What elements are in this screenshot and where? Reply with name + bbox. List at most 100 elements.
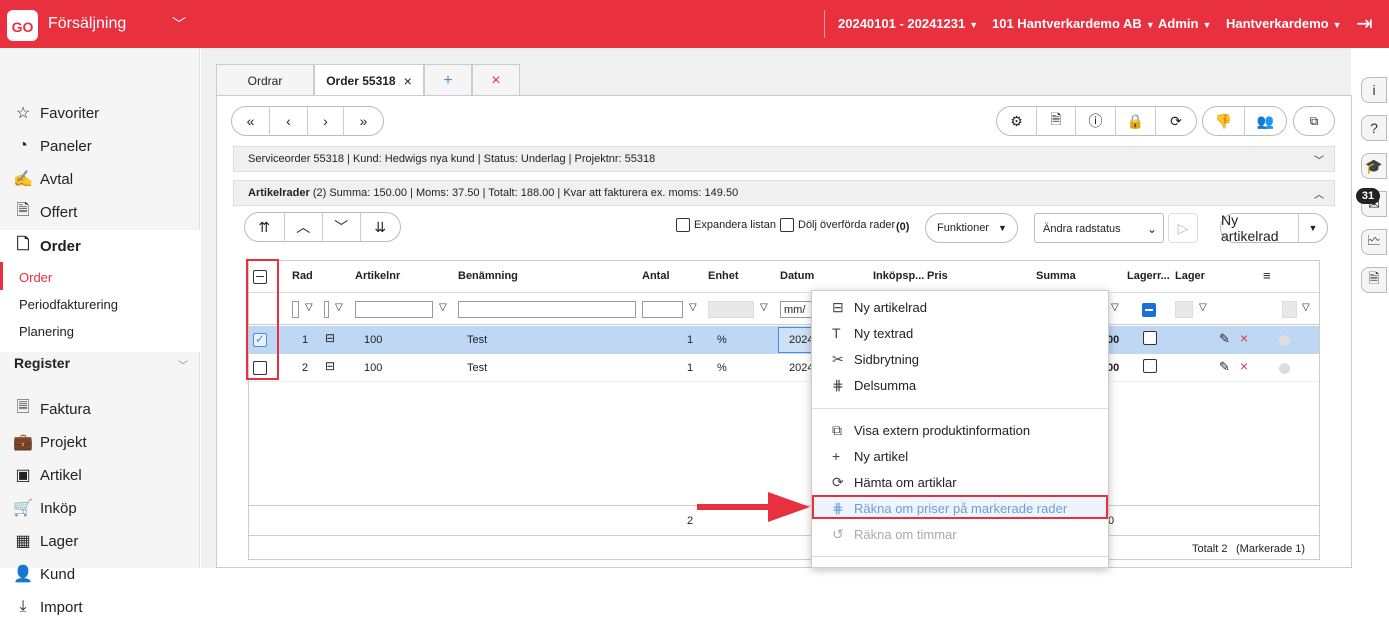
menu-icon[interactable]: ≡ <box>1263 268 1271 283</box>
lager-filter-checkbox[interactable] <box>1142 303 1156 317</box>
article-rows-header[interactable]: Artikelrader (2) Summa: 150.00 | Moms: 3… <box>233 180 1335 206</box>
gear-icon[interactable]: ⚙ <box>997 106 1037 136</box>
lock-icon[interactable]: 🔒 <box>1116 106 1156 136</box>
move-up-icon[interactable]: ︿ <box>285 212 323 242</box>
module-title[interactable]: Försäljning <box>48 15 126 33</box>
last-icon[interactable]: » <box>344 106 383 136</box>
close-icon[interactable]: × <box>404 73 412 89</box>
menu-external-product-info[interactable]: ⧉ Visa extern produktinformation <box>832 419 1030 441</box>
filter-icon[interactable]: ▽ <box>1302 302 1310 313</box>
move-bottom-icon[interactable]: ⇊ <box>361 212 400 242</box>
caret-down-icon[interactable]: ▼ <box>1299 213 1327 243</box>
sidebar-register[interactable]: Register <box>14 355 70 371</box>
service-order-header[interactable]: Serviceorder 55318 | Kund: Hedwigs nya k… <box>233 146 1335 172</box>
account-menu[interactable]: Hantverkardemo ▼ <box>1226 16 1342 31</box>
help-icon[interactable]: ? <box>1361 115 1387 141</box>
sidebar-sub-planering[interactable]: Planering <box>19 324 74 339</box>
tab-add-button[interactable]: + <box>424 64 472 96</box>
user-menu[interactable]: Admin ▼ <box>1158 16 1211 31</box>
filter-icon[interactable]: ▽ <box>1199 302 1207 313</box>
filter-icon[interactable]: ▽ <box>305 302 313 313</box>
new-article-row[interactable]: Ny artikelrad <box>1221 212 1299 244</box>
menu-recalc-prices[interactable]: ⋕ Räkna om priser på markerade rader <box>832 497 1067 519</box>
header-artikelnr[interactable]: Artikelnr <box>355 270 400 282</box>
play-icon[interactable]: ▷ <box>1168 213 1198 243</box>
sidebar-item-paneler[interactable]: ◔ Paneler <box>12 134 92 158</box>
info-icon[interactable]: i <box>1361 77 1387 103</box>
prev-icon[interactable]: ‹ <box>270 106 308 136</box>
header-inkopspris[interactable]: Inköpsp... <box>873 270 924 282</box>
chevron-up-icon[interactable]: ︿ <box>1314 186 1324 201</box>
table-row[interactable] <box>249 354 1319 382</box>
refresh-icon[interactable]: ⟳ <box>1156 106 1196 136</box>
menu-page-break[interactable]: ✂ Sidbrytning <box>832 348 919 370</box>
period-menu[interactable]: 20240101 - 20241231 ▼ <box>838 16 978 31</box>
sidebar-item-projekt[interactable]: 💼 Projekt <box>12 430 87 454</box>
sidebar-item-faktura[interactable]: 🗏 Faktura <box>12 397 91 421</box>
document-icon[interactable]: 🗎 <box>1361 267 1387 293</box>
first-icon[interactable]: « <box>232 106 270 136</box>
sidebar-item-offert[interactable]: 🗎 Offert <box>12 200 78 224</box>
tab-close-button[interactable]: × <box>472 64 520 96</box>
delete-icon[interactable]: × <box>1240 330 1248 346</box>
sidebar-sub-order[interactable]: Order <box>19 270 52 285</box>
row-1-lagerreserv-checkbox[interactable] <box>1143 331 1157 345</box>
menu-new-text-row[interactable]: T Ny textrad <box>832 322 913 344</box>
header-pris[interactable]: Pris <box>927 270 948 282</box>
sidebar-item-favoriter[interactable]: ☆ Favoriter <box>12 101 99 125</box>
chevron-down-icon[interactable]: ﹀ <box>178 357 188 372</box>
chevron-down-icon[interactable]: ﹀ <box>172 14 186 34</box>
sidebar-sub-periodfakturering[interactable]: Periodfakturering <box>19 297 118 312</box>
sidebar-item-import[interactable]: ⤓ Import <box>12 595 82 619</box>
menu-recalc-hours[interactable]: ↺ Räkna om timmar <box>832 523 957 545</box>
hide-transferred-checkbox[interactable] <box>780 218 794 232</box>
move-top-icon[interactable]: ⇈ <box>245 212 285 242</box>
filter-benamning[interactable] <box>458 301 636 318</box>
header-enhet[interactable]: Enhet <box>708 270 739 282</box>
header-benamning[interactable]: Benämning <box>458 270 518 282</box>
logout-icon[interactable]: ⇥ <box>1356 11 1373 36</box>
header-datum[interactable]: Datum <box>780 270 814 282</box>
sidebar-item-order[interactable]: 🗋 Order <box>12 234 81 258</box>
company-menu[interactable]: 101 Hantverkardemo AB ▼ <box>992 16 1155 31</box>
menu-new-article-row[interactable]: ⊟ Ny artikelrad <box>832 296 927 318</box>
delete-icon[interactable]: × <box>1240 358 1248 374</box>
chevron-down-icon[interactable]: ﹀ <box>1314 152 1324 167</box>
graduation-cap-icon[interactable]: 🎓 <box>1361 153 1387 179</box>
menu-subtotal[interactable]: ⋕ Delsumma <box>832 374 916 396</box>
tab-ordrar[interactable]: Ordrar <box>216 64 314 96</box>
filter-icon[interactable]: ▽ <box>335 302 343 313</box>
go-logo[interactable]: GO <box>7 10 38 41</box>
tab-order-55318[interactable]: Order 55318 × <box>314 64 424 97</box>
filter-artikelnr[interactable] <box>355 301 433 318</box>
filter-icon[interactable]: ▽ <box>1111 302 1119 313</box>
report-icon[interactable]: 🗠 <box>1361 229 1387 255</box>
info-icon[interactable]: ⓘ <box>1076 106 1116 136</box>
pencil-icon[interactable]: ✎ <box>1219 359 1230 375</box>
thumbs-down-icon[interactable]: 👎 <box>1203 106 1245 136</box>
filter-icon-col[interactable] <box>324 301 329 318</box>
filter-rad[interactable] <box>292 301 299 318</box>
menu-new-article[interactable]: + Ny artikel <box>832 445 908 467</box>
filter-icon[interactable]: ▽ <box>689 302 697 313</box>
sidebar-item-lager[interactable]: ▦ Lager <box>12 529 78 553</box>
row-status-select[interactable]: Ändra radstatus ⌄ <box>1034 213 1164 243</box>
filter-icon[interactable]: ▽ <box>439 302 447 313</box>
next-icon[interactable]: › <box>308 106 344 136</box>
sidebar-item-kund[interactable]: 👤 Kund <box>12 562 75 586</box>
document-icon[interactable]: 🗎 <box>1037 106 1076 136</box>
sidebar-item-avtal[interactable]: ✍ Avtal <box>12 167 73 191</box>
functions-button[interactable]: Funktioner ▼ <box>925 213 1018 243</box>
header-summa[interactable]: Summa <box>1036 270 1076 282</box>
users-icon[interactable]: 👥 <box>1245 106 1287 136</box>
header-lager[interactable]: Lager <box>1175 270 1205 282</box>
sidebar-item-inkop[interactable]: 🛒 Inköp <box>12 496 77 520</box>
sidebar-item-artikel[interactable]: ▣ Artikel <box>12 463 81 487</box>
copy-icon[interactable]: ⧉ <box>1293 106 1335 136</box>
header-lagerreserv[interactable]: Lagerr... <box>1127 270 1170 282</box>
header-rad[interactable]: Rad <box>292 270 313 282</box>
filter-icon[interactable]: ▽ <box>760 302 768 313</box>
menu-reload-articles[interactable]: ⟳ Hämta om artiklar <box>832 471 957 493</box>
expand-list-checkbox[interactable] <box>676 218 690 232</box>
filter-antal[interactable] <box>642 301 683 318</box>
